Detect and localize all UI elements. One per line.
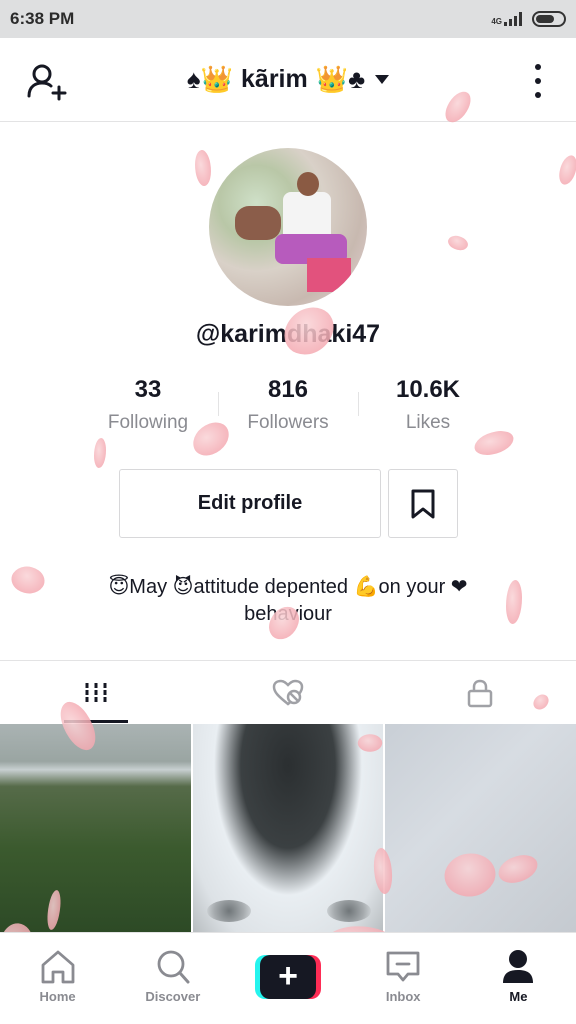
signal-icon: 4G — [491, 12, 522, 26]
account-name: kãrim — [241, 65, 308, 93]
more-options-icon[interactable] — [530, 64, 546, 98]
tab-videos[interactable] — [0, 661, 192, 724]
stat-following[interactable]: 33 Following — [78, 376, 218, 440]
nav-home-label: Home — [39, 989, 76, 1004]
profile-icon — [503, 950, 534, 983]
stat-label: Following — [107, 412, 189, 433]
stat-value: 33 — [134, 376, 162, 403]
stat-label: Likes — [405, 412, 451, 433]
add-friend-icon[interactable] — [26, 62, 68, 102]
inbox-icon — [386, 951, 420, 982]
account-switcher[interactable]: ♠👑 kãrim 👑♣ — [186, 64, 390, 95]
nav-discover-label: Discover — [145, 989, 201, 1004]
bio-line: 😇May 😈attitude depented 💪on your ❤ — [108, 576, 468, 598]
status-icons: 4G — [491, 11, 566, 27]
search-icon — [157, 950, 190, 984]
title-emoji-right: 👑♣ — [315, 64, 366, 94]
profile-stats: 33 Following 816 Followers 10.6K Likes — [78, 376, 498, 440]
video-thumbnail[interactable] — [385, 724, 576, 932]
petal-decoration — [445, 231, 471, 255]
petal-decoration — [557, 153, 576, 187]
network-type: 4G — [491, 17, 502, 26]
stat-likes[interactable]: 10.6K Likes — [358, 376, 498, 440]
profile-username: @karimdhaki47 — [195, 320, 381, 348]
chevron-down-icon — [375, 75, 390, 84]
edit-profile-button[interactable]: Edit profile — [119, 469, 381, 538]
home-icon — [41, 950, 74, 984]
petal-decoration — [6, 559, 50, 601]
profile-header: ♠👑 kãrim 👑♣ — [0, 38, 576, 122]
status-bar: 6:38 PM 4G — [0, 0, 576, 38]
tab-liked[interactable] — [192, 661, 384, 724]
video-thumbnail[interactable] — [0, 724, 191, 932]
bio-line: behaviour — [244, 603, 332, 625]
nav-me-label: Me — [509, 989, 528, 1004]
bookmark-icon — [411, 489, 435, 518]
nav-me[interactable]: Me — [461, 933, 576, 1024]
stat-value: 10.6K — [395, 376, 461, 403]
favorites-button[interactable] — [388, 469, 458, 538]
petal-decoration — [94, 438, 106, 468]
nav-create[interactable]: + — [230, 933, 345, 1024]
videos-grid-icon — [85, 682, 107, 703]
video-thumbnail[interactable] — [192, 724, 384, 932]
nav-inbox-label: Inbox — [385, 989, 421, 1004]
content-tabs — [0, 660, 576, 724]
nav-home[interactable]: Home — [0, 933, 115, 1024]
tab-private[interactable] — [384, 661, 576, 724]
petal-decoration — [191, 148, 215, 188]
video-grid — [0, 724, 576, 932]
nav-discover[interactable]: Discover — [115, 933, 230, 1024]
create-button[interactable]: + — [255, 955, 321, 999]
profile-bio: 😇May 😈attitude depented 💪on your ❤ behav… — [60, 574, 516, 628]
liked-hidden-icon — [272, 679, 304, 706]
private-lock-icon — [467, 679, 493, 707]
bottom-nav: Home Discover + Inbox Me — [0, 932, 576, 1024]
stat-value: 816 — [267, 376, 309, 403]
stat-label: Followers — [247, 412, 329, 433]
stat-followers[interactable]: 816 Followers — [218, 376, 358, 440]
nav-inbox[interactable]: Inbox — [346, 933, 461, 1024]
status-time: 6:38 PM — [10, 9, 75, 28]
plus-icon: + — [260, 955, 316, 999]
avatar[interactable] — [209, 148, 367, 306]
title-emoji-left: ♠👑 — [186, 64, 234, 94]
battery-icon — [532, 11, 566, 27]
